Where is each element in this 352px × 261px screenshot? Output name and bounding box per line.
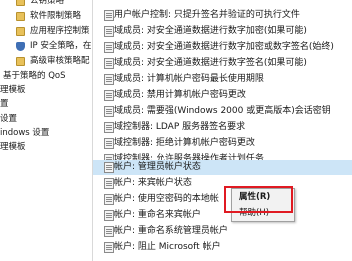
- policy-icon: [104, 226, 114, 237]
- policy-row[interactable]: 域控制器: 拒绝计算机帐户密码更改: [93, 136, 352, 151]
- policy-row[interactable]: 帐户: 重命名来宾帐户: [93, 208, 352, 223]
- policy-row[interactable]: 域成员: 对安全通道数据进行数字加密或数字签名(始终): [93, 40, 352, 55]
- policy-icon: [104, 26, 114, 37]
- policy-row[interactable]: 域控制器: LDAP 服务器签名要求: [93, 120, 352, 135]
- policy-icon: [104, 74, 114, 85]
- policy-row-selected[interactable]: 帐户: 管理员帐户状态: [93, 160, 352, 175]
- folder-icon: [16, 57, 25, 66]
- policy-row[interactable]: 帐户: 使用空密码的本地帐: [93, 192, 352, 207]
- policy-icon: [104, 242, 114, 253]
- policy-row[interactable]: 帐户: 重命名系统管理员帐户: [93, 224, 352, 239]
- policy-icon: [104, 178, 114, 189]
- policy-icon: [104, 162, 114, 173]
- policy-icon: [104, 10, 114, 21]
- policy-row[interactable]: 域成员: 需要强(Windows 2000 或更高版本)会话密钥: [93, 104, 352, 119]
- policy-icon: [104, 106, 114, 117]
- policy-icon: [104, 90, 114, 101]
- policy-list: 用户帐户控制: 只提升签名并验证的可执行文件 域成员: 对安全通道数据进行数字加…: [93, 0, 352, 261]
- policy-icon: [104, 122, 114, 133]
- folder-icon: [16, 0, 25, 6]
- policy-row[interactable]: 域成员: 计算机帐户密码最长使用期限: [93, 72, 352, 87]
- policy-icon: [104, 42, 114, 53]
- policy-row[interactable]: 帐户: 阻止 Microsoft 帐户: [93, 240, 352, 255]
- folder-icon: [16, 27, 25, 36]
- policy-icon: [104, 138, 114, 149]
- policy-row[interactable]: 帐户: 来宾帐户状态: [93, 176, 352, 191]
- annotation-highlight-box: [224, 186, 293, 213]
- navigation-tree: 公钥策略 软件限制策略 应用程序控制策 IP 安全策略，在 高级审核策略配 基于…: [0, 0, 92, 261]
- policy-row[interactable]: 用户帐户控制: 只提升签名并验证的可执行文件: [93, 8, 352, 23]
- folder-icon: [16, 12, 25, 21]
- policy-icon: [104, 58, 114, 69]
- policy-icon: [104, 210, 114, 221]
- policy-row[interactable]: 域成员: 对安全通道数据进行数字签名(如果可能): [93, 56, 352, 71]
- policy-icon: [104, 194, 114, 205]
- policy-row[interactable]: 域成员: 对安全通道数据进行数字加密(如果可能): [93, 24, 352, 39]
- policy-row[interactable]: 域成员: 禁用计算机帐户密码更改: [93, 88, 352, 103]
- shield-icon: [16, 42, 25, 51]
